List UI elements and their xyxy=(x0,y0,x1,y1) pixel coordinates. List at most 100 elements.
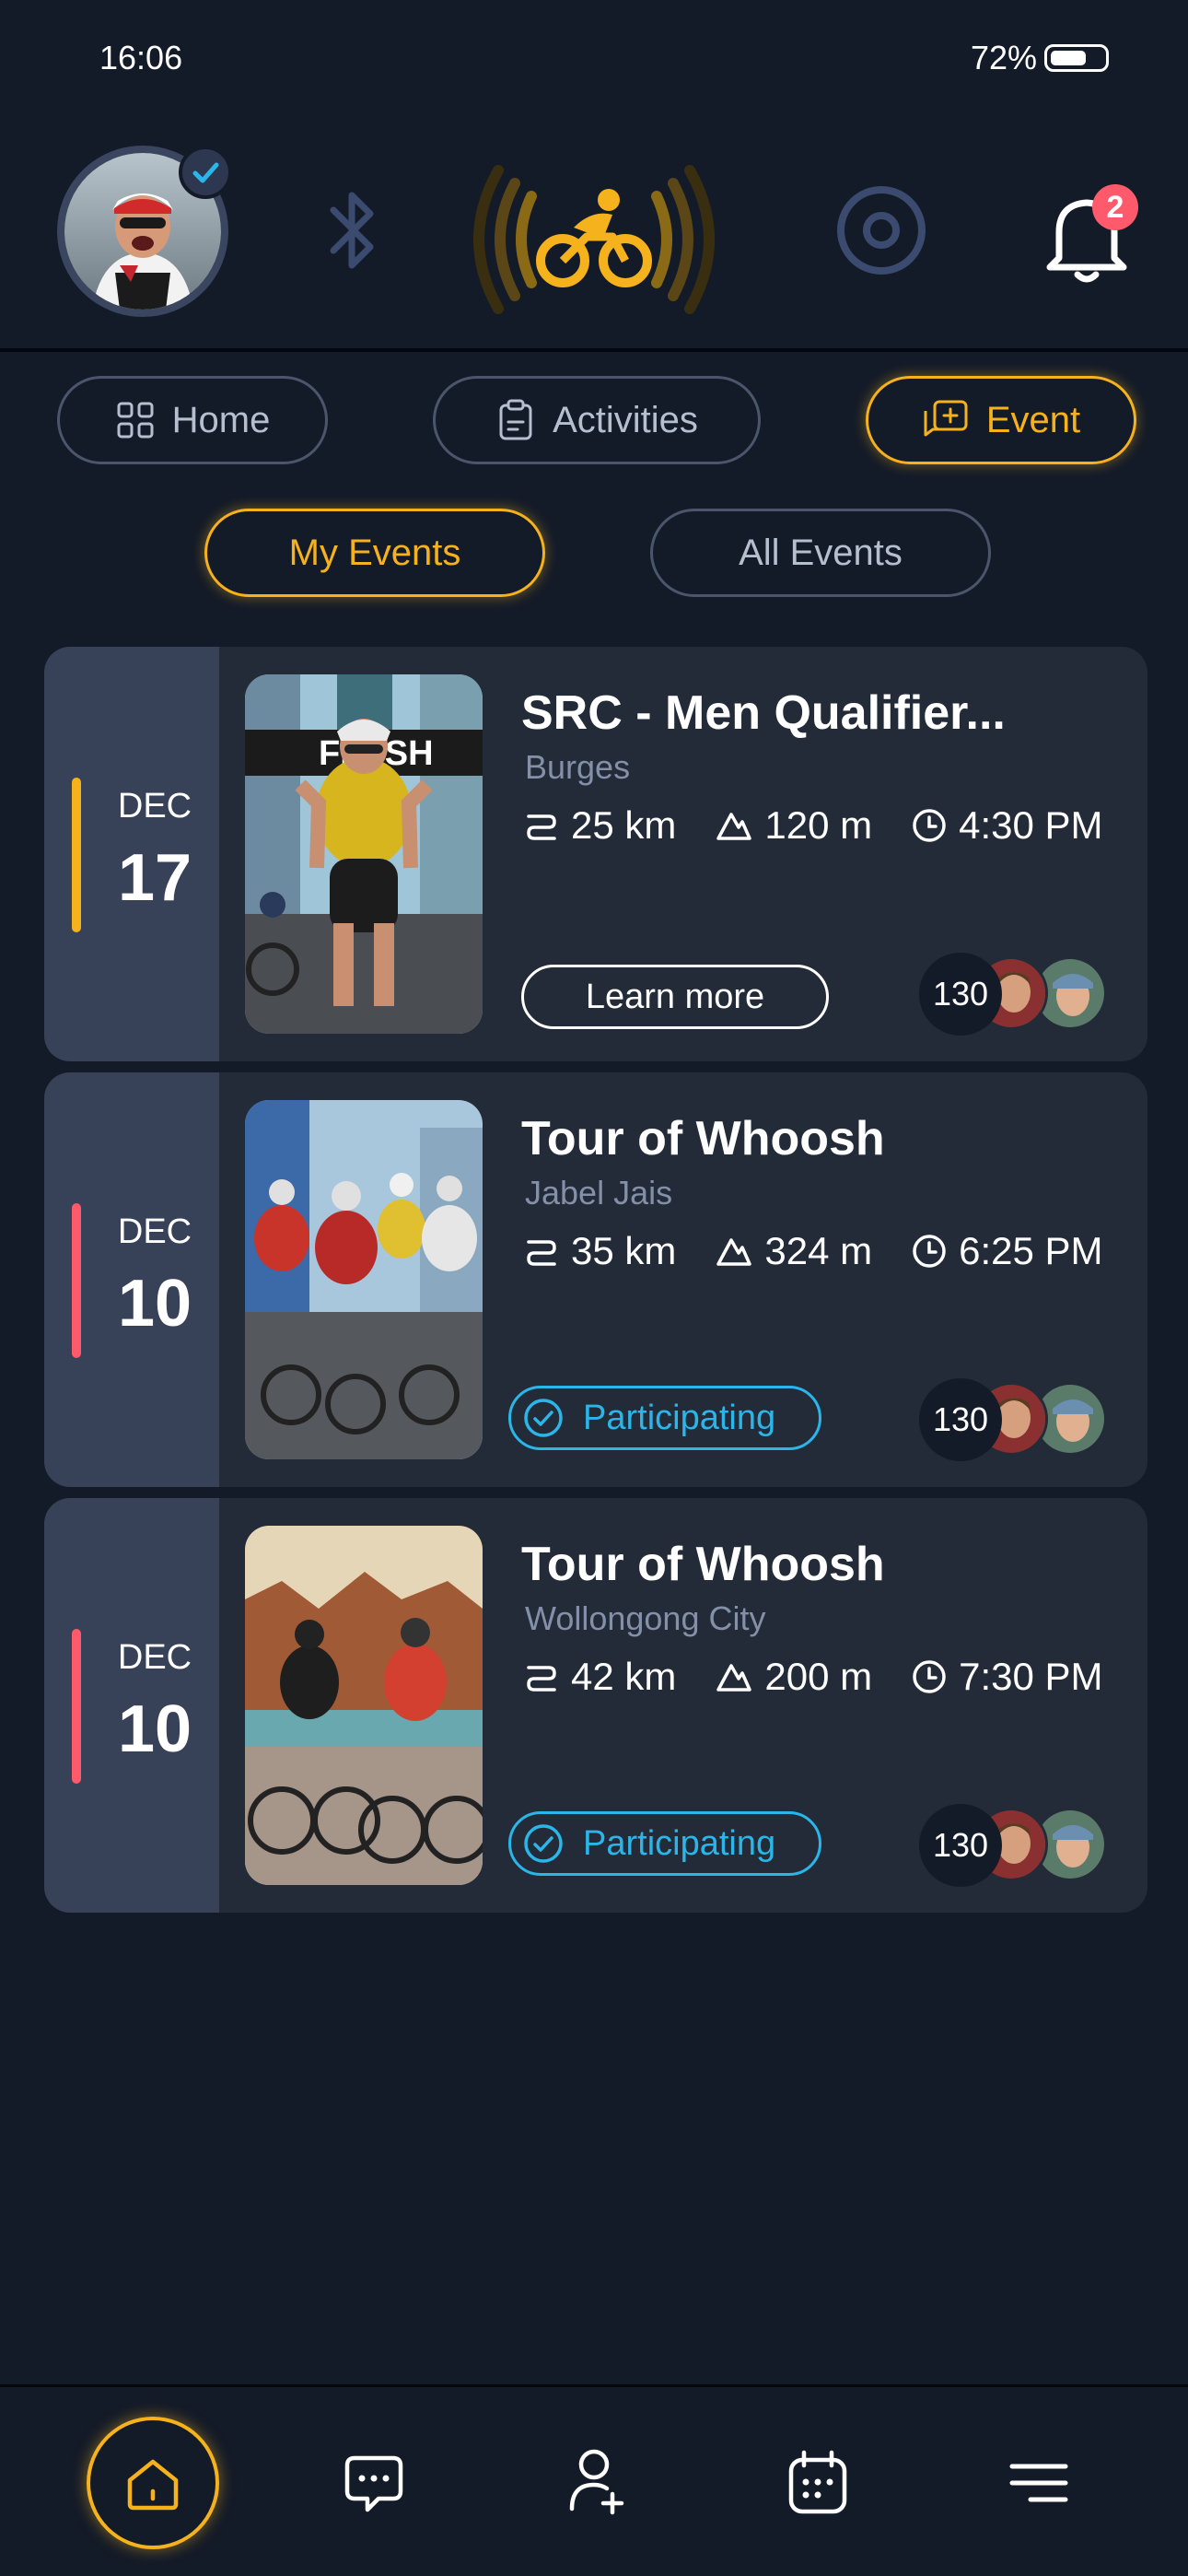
elevation-stat: 200 m xyxy=(715,1655,872,1699)
bluetooth-icon[interactable] xyxy=(319,182,385,283)
time-stat: 6:25 PM xyxy=(911,1229,1103,1273)
participating-label: Participating xyxy=(583,1823,776,1863)
notifications-button[interactable]: 2 xyxy=(1042,184,1138,286)
participant-count: 130 xyxy=(919,1804,1002,1887)
notification-count-badge: 2 xyxy=(1092,184,1138,230)
route-icon xyxy=(527,814,556,840)
event-title: Tour of Whoosh xyxy=(521,1538,885,1591)
calendar-icon xyxy=(788,2450,847,2514)
event-month: DEC xyxy=(117,1212,192,1251)
event-title: Tour of Whoosh xyxy=(521,1112,885,1165)
event-distance: 25 km xyxy=(571,803,677,847)
tab-activities-label: Activities xyxy=(553,399,698,440)
date-accent-bar xyxy=(72,1629,81,1784)
check-circle-icon xyxy=(524,1824,563,1863)
elevation-stat: 324 m xyxy=(715,1229,872,1273)
event-card[interactable]: DEC 10 Tour of Whoosh Jabel Jais 35 km 3… xyxy=(44,1072,1147,1487)
nav-chat[interactable] xyxy=(308,2417,440,2549)
distance-stat: 25 km xyxy=(523,803,676,848)
event-location: Burges xyxy=(525,748,631,786)
power-ring-icon[interactable] xyxy=(833,182,929,283)
divider xyxy=(0,348,1188,352)
event-location: Wollongong City xyxy=(525,1599,766,1637)
event-stats: 35 km 324 m 6:25 PM xyxy=(523,1229,1142,1273)
tab-activities[interactable]: Activities xyxy=(433,376,761,464)
route-icon xyxy=(527,1240,556,1266)
distance-stat: 42 km xyxy=(523,1655,676,1699)
event-day: 10 xyxy=(117,1267,192,1341)
clock-icon xyxy=(913,1235,946,1268)
profile-avatar[interactable] xyxy=(57,146,232,317)
event-date: DEC 17 xyxy=(44,647,219,1061)
event-month: DEC xyxy=(117,787,192,825)
nav-add-friend[interactable] xyxy=(530,2417,663,2549)
tab-event-label: Event xyxy=(985,399,1081,440)
participating-badge[interactable]: Participating xyxy=(508,1811,821,1876)
route-icon xyxy=(527,1666,556,1692)
time-stat: 7:30 PM xyxy=(911,1655,1103,1699)
event-title: SRC - Men Qualifier... xyxy=(521,686,1006,740)
participant-count: 130 xyxy=(919,1378,1002,1461)
menu-icon xyxy=(1009,2464,1068,2502)
event-stats: 42 km 200 m 7:30 PM xyxy=(523,1655,1142,1699)
participants[interactable]: 130 xyxy=(919,1378,1122,1461)
nav-menu[interactable] xyxy=(973,2417,1105,2549)
home-icon xyxy=(127,2459,179,2511)
event-card[interactable]: DEC 17 FINISH SRC - Men Qualifier... Bur… xyxy=(44,647,1147,1061)
elevation-icon xyxy=(716,1664,752,1692)
participating-badge[interactable]: Participating xyxy=(508,1386,821,1450)
date-accent-bar xyxy=(72,1203,81,1358)
participant-count: 130 xyxy=(919,953,1002,1036)
event-distance: 35 km xyxy=(571,1229,677,1272)
event-image: FINISH xyxy=(245,674,483,1034)
event-stats: 25 km 120 m 4:30 PM xyxy=(523,803,1142,848)
elevation-icon xyxy=(716,1238,752,1266)
event-icon xyxy=(924,400,968,437)
time-stat: 4:30 PM xyxy=(911,803,1103,848)
status-time: 16:06 xyxy=(99,39,183,76)
event-time: 6:25 PM xyxy=(959,1229,1103,1272)
nav-calendar[interactable] xyxy=(751,2417,884,2549)
event-distance: 42 km xyxy=(571,1655,677,1698)
event-elevation: 200 m xyxy=(764,1655,873,1698)
battery-percentage: 72% xyxy=(970,39,1037,76)
verified-badge-icon xyxy=(179,146,232,199)
elevation-icon xyxy=(716,813,752,840)
event-elevation: 324 m xyxy=(764,1229,873,1272)
clock-icon xyxy=(913,1660,946,1693)
clock-icon xyxy=(913,809,946,842)
event-day: 10 xyxy=(117,1692,192,1766)
top-bar: 2 xyxy=(0,138,1188,350)
event-image xyxy=(245,1100,483,1459)
distance-stat: 35 km xyxy=(523,1229,676,1273)
event-date: DEC 10 xyxy=(44,1072,219,1487)
event-card[interactable]: DEC 10 Tour of Whoosh Wollongong City 42… xyxy=(44,1498,1147,1913)
event-date: DEC 10 xyxy=(44,1498,219,1913)
nav-home[interactable] xyxy=(87,2417,219,2549)
tab-all-events[interactable]: All Events xyxy=(650,509,991,597)
tab-event[interactable]: Event xyxy=(866,376,1136,464)
battery-fill xyxy=(1051,51,1087,65)
add-friend-icon xyxy=(569,2449,624,2515)
battery-icon xyxy=(1044,44,1109,72)
event-day: 17 xyxy=(117,841,192,915)
participants[interactable]: 130 xyxy=(919,953,1122,1036)
event-time: 4:30 PM xyxy=(959,803,1103,847)
tab-my-events-label: My Events xyxy=(288,532,461,573)
bike-connection-icon[interactable] xyxy=(465,152,723,332)
event-location: Jabel Jais xyxy=(525,1174,673,1212)
event-elevation: 120 m xyxy=(764,803,873,847)
event-image xyxy=(245,1526,483,1885)
chat-icon xyxy=(344,2455,403,2512)
check-circle-icon xyxy=(524,1399,563,1437)
learn-more-button[interactable]: Learn more xyxy=(521,965,829,1029)
grid-icon xyxy=(117,402,154,439)
tab-home[interactable]: Home xyxy=(57,376,328,464)
status-bar: 16:06 72% xyxy=(0,0,1188,120)
tab-all-events-label: All Events xyxy=(739,532,903,573)
tab-my-events[interactable]: My Events xyxy=(204,509,545,597)
participants[interactable]: 130 xyxy=(919,1804,1122,1887)
clipboard-icon xyxy=(499,399,532,440)
tab-home-label: Home xyxy=(171,399,271,440)
bottom-nav xyxy=(0,2387,1188,2576)
